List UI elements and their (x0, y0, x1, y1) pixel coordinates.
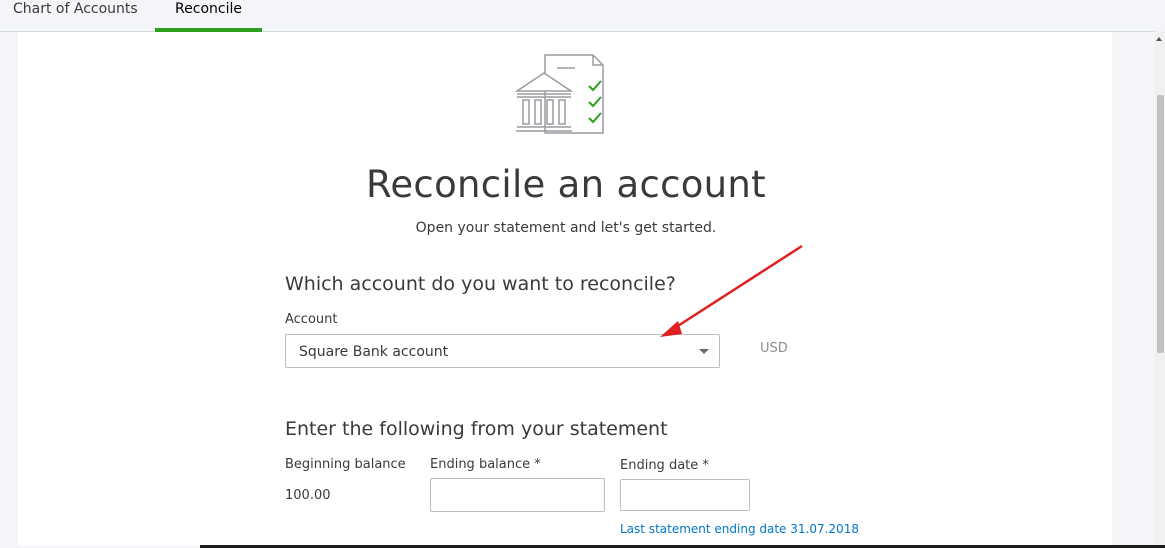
page-subtitle: Open your statement and let's get starte… (415, 220, 717, 236)
ending-date-label: Ending date * (620, 458, 709, 473)
chevron-down-icon (699, 349, 709, 354)
ending-balance-input[interactable] (430, 478, 605, 512)
beginning-balance-label: Beginning balance (285, 457, 406, 472)
tab-reconcile[interactable]: Reconcile (155, 0, 262, 32)
tab-chart-of-accounts[interactable]: Chart of Accounts (13, 0, 138, 31)
tab-bar: Chart of Accounts Reconcile (0, 0, 1165, 32)
tab-label: Reconcile (175, 1, 242, 17)
account-label: Account (285, 312, 338, 327)
red-arrow-icon (660, 244, 803, 337)
last-statement-date-link[interactable]: Last statement ending date 31.07.2018 (620, 522, 859, 536)
page-title: Reconcile an account (366, 163, 766, 206)
ending-date-input[interactable] (620, 479, 750, 511)
scroll-thumb[interactable] (1157, 95, 1164, 353)
ending-balance-label: Ending balance * (430, 457, 541, 472)
account-section-heading: Which account do you want to reconcile? (285, 273, 676, 295)
scrollbar[interactable] (1155, 31, 1165, 548)
account-select-value: Square Bank account (299, 344, 449, 360)
bank-statement-checklist-icon (515, 54, 604, 134)
beginning-balance-value: 100.00 (285, 488, 331, 503)
scroll-up-icon[interactable] (1156, 37, 1162, 41)
statement-section-heading: Enter the following from your statement (285, 418, 668, 440)
tab-label: Chart of Accounts (13, 1, 138, 17)
